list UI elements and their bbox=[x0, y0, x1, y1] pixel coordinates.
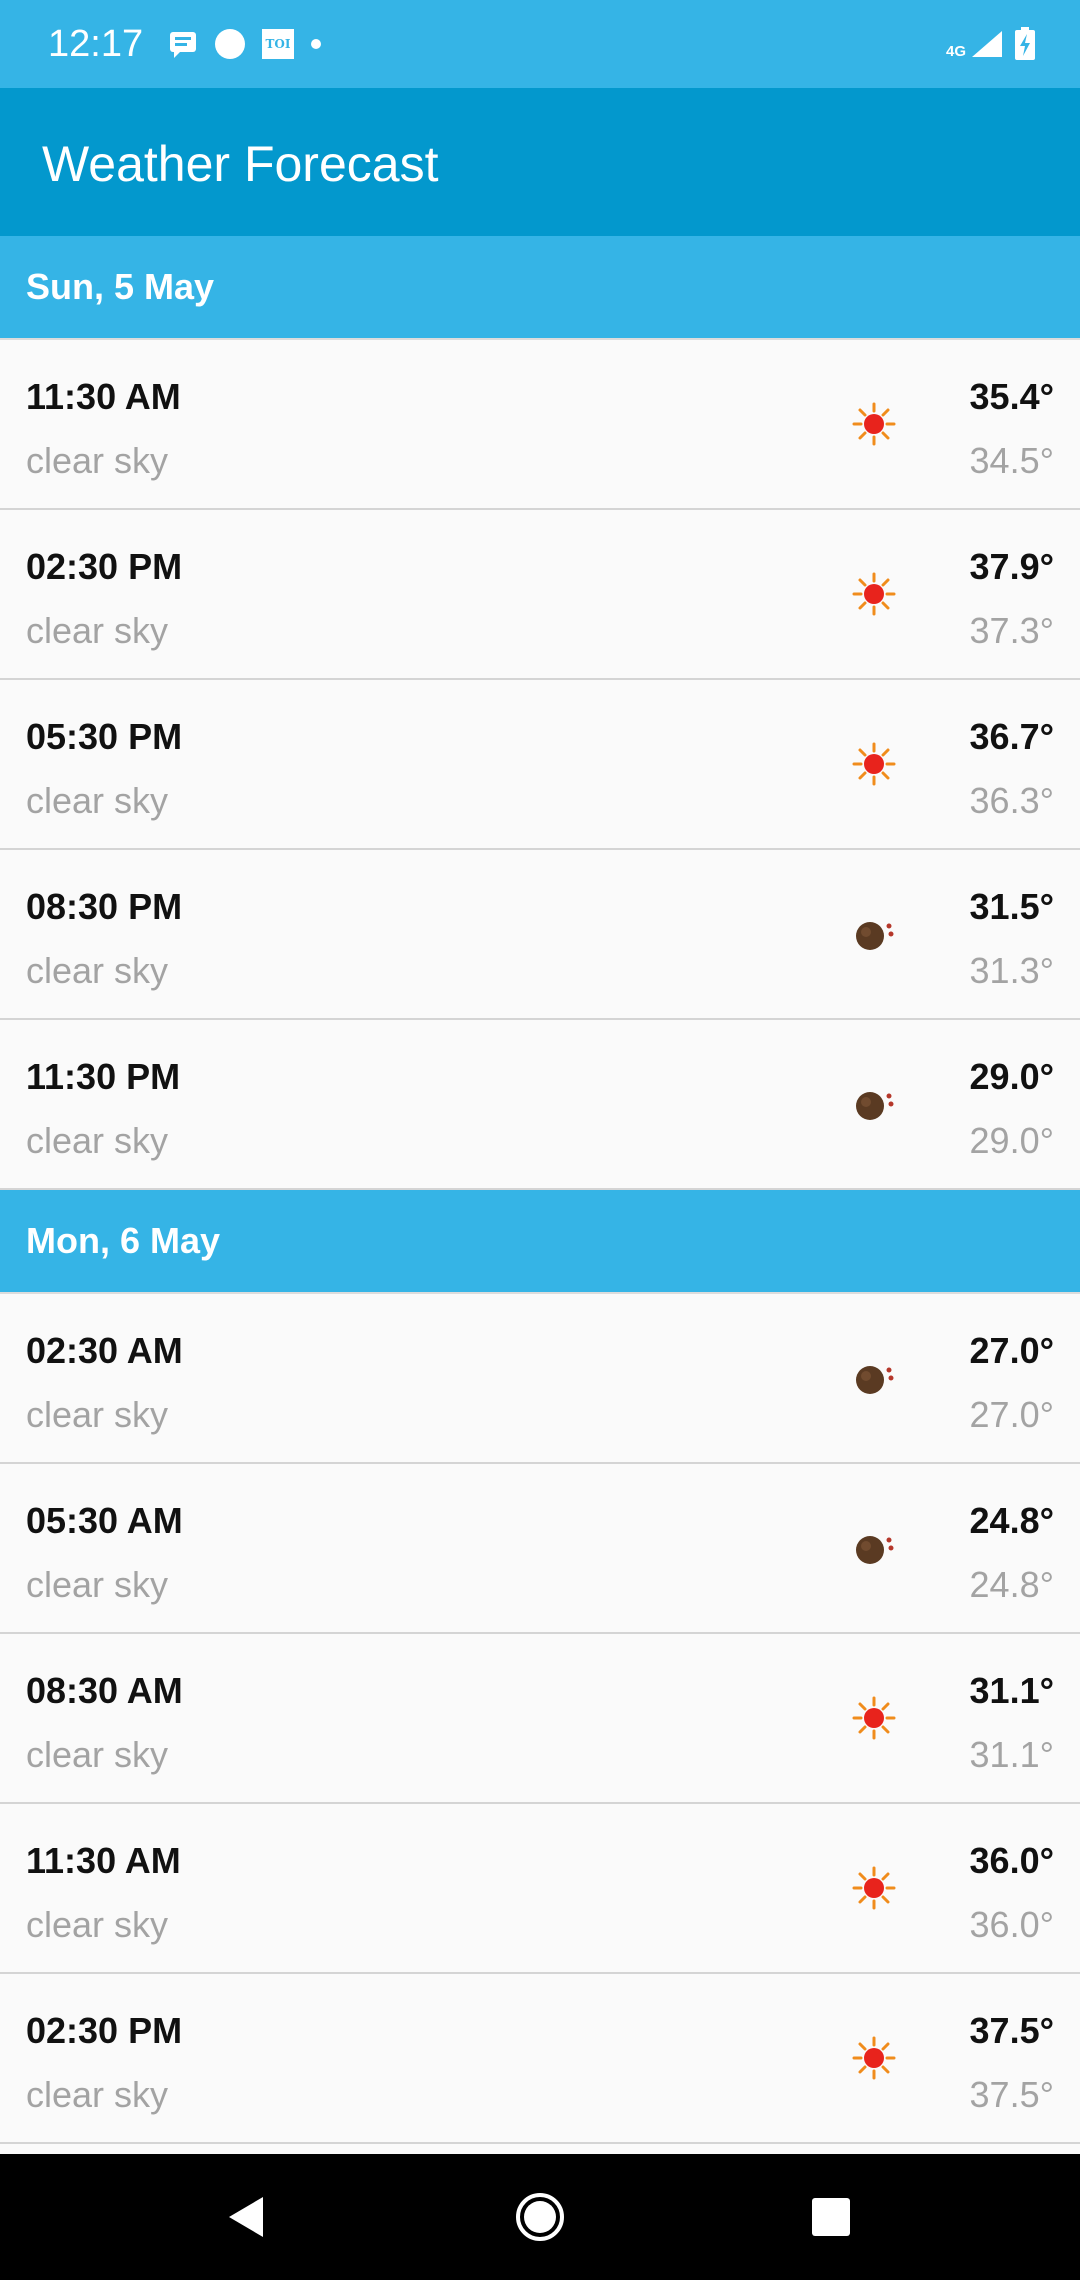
section-header: Mon, 6 May bbox=[0, 1190, 1080, 1294]
temperature-max: 27.0° bbox=[969, 1330, 1054, 1371]
forecast-row[interactable]: 08:30 AM clear sky 31.1° 31.1° bbox=[0, 1634, 1080, 1804]
forecast-time: 05:30 PM bbox=[26, 716, 183, 757]
status-bar: 12:17 TOI 4G bbox=[0, 0, 1080, 88]
moon-icon bbox=[856, 1536, 894, 1564]
forecast-time: 11:30 PM bbox=[26, 1056, 181, 1097]
forecast-description: clear sky bbox=[26, 1564, 169, 1605]
sun-icon bbox=[852, 402, 896, 446]
forecast-row[interactable]: 08:30 PM clear sky 31.5° 31.3° bbox=[0, 850, 1080, 1020]
circle-notification-icon bbox=[215, 29, 245, 59]
temperature-min: 27.0° bbox=[969, 1394, 1054, 1435]
forecast-time: 11:30 AM bbox=[26, 376, 181, 417]
temperature-max: 24.8° bbox=[969, 1500, 1054, 1541]
temperature-min: 31.3° bbox=[969, 950, 1054, 991]
status-time: 12:17 bbox=[48, 23, 144, 65]
section-date: Sun, 5 May bbox=[26, 266, 215, 307]
recents-icon bbox=[812, 2198, 850, 2236]
sun-icon bbox=[852, 742, 896, 786]
temperature-max: 36.0° bbox=[969, 1840, 1054, 1881]
forecast-time: 02:30 PM bbox=[26, 546, 183, 587]
moon-icon bbox=[856, 1092, 894, 1120]
back-button[interactable] bbox=[210, 2184, 280, 2250]
sun-icon bbox=[852, 2036, 896, 2080]
temperature-min: 24.8° bbox=[969, 1564, 1054, 1605]
temperature-max: 31.1° bbox=[969, 1670, 1054, 1711]
moon-icon bbox=[856, 1366, 894, 1394]
system-icons: 4G bbox=[946, 24, 1036, 64]
forecast-time: 08:30 PM bbox=[26, 886, 183, 927]
sun-icon bbox=[852, 572, 896, 616]
forecast-description: clear sky bbox=[26, 1904, 169, 1945]
section-date: Mon, 6 May bbox=[26, 1220, 221, 1261]
app-bar: Weather Forecast bbox=[0, 88, 1080, 236]
network-type-label: 4G bbox=[945, 42, 966, 60]
forecast-row[interactable]: 11:30 AM clear sky 35.4° 34.5° bbox=[0, 340, 1080, 510]
sun-icon bbox=[852, 1696, 896, 1740]
recents-button[interactable] bbox=[796, 2184, 866, 2250]
message-icon bbox=[170, 32, 196, 58]
forecast-row[interactable]: 02:30 PM clear sky 37.9° 37.3° bbox=[0, 510, 1080, 680]
temperature-max: 36.7° bbox=[969, 716, 1054, 757]
temperature-max: 31.5° bbox=[969, 886, 1054, 927]
battery-charging-icon bbox=[1015, 27, 1035, 60]
notification-icons: TOI bbox=[168, 26, 322, 62]
forecast-row[interactable]: 02:30 AM clear sky 27.0° 27.0° bbox=[0, 1294, 1080, 1464]
sun-icon bbox=[852, 1866, 896, 1910]
forecast-row[interactable]: 05:30 PM clear sky 36.7° 36.3° bbox=[0, 680, 1080, 850]
forecast-description: clear sky bbox=[26, 440, 169, 481]
temperature-min: 36.0° bbox=[969, 1904, 1054, 1945]
temperature-max: 35.4° bbox=[969, 376, 1054, 417]
forecast-time: 08:30 AM bbox=[26, 1670, 183, 1711]
forecast-description: clear sky bbox=[26, 2074, 169, 2115]
temperature-min: 36.3° bbox=[969, 780, 1054, 821]
forecast-description: clear sky bbox=[26, 1394, 169, 1435]
temperature-max: 29.0° bbox=[969, 1056, 1054, 1097]
temperature-min: 29.0° bbox=[969, 1120, 1054, 1161]
forecast-time: 05:30 AM bbox=[26, 1500, 183, 1541]
forecast-list[interactable]: Sun, 5 May 11:30 AM clear sky 35.4° 34.5… bbox=[0, 236, 1080, 2154]
signal-icon bbox=[972, 31, 1002, 57]
app-title: Weather Forecast bbox=[42, 136, 439, 192]
forecast-row[interactable]: 02:30 PM clear sky 37.5° 37.5° bbox=[0, 1974, 1080, 2144]
toi-app-icon: TOI bbox=[262, 29, 294, 59]
section-header: Sun, 5 May bbox=[0, 236, 1080, 340]
temperature-min: 37.5° bbox=[969, 2074, 1054, 2115]
navigation-bar bbox=[0, 2154, 1080, 2280]
forecast-description: clear sky bbox=[26, 610, 169, 651]
forecast-description: clear sky bbox=[26, 1734, 169, 1775]
moon-icon bbox=[856, 922, 894, 950]
back-icon bbox=[229, 2197, 263, 2237]
temperature-min: 31.1° bbox=[969, 1734, 1054, 1775]
forecast-description: clear sky bbox=[26, 950, 169, 991]
forecast-row[interactable]: 11:30 AM clear sky 36.0° 36.0° bbox=[0, 1804, 1080, 1974]
forecast-description: clear sky bbox=[26, 1120, 169, 1161]
dot-icon bbox=[311, 39, 321, 49]
home-icon bbox=[516, 2193, 564, 2241]
temperature-min: 34.5° bbox=[969, 440, 1054, 481]
temperature-min: 37.3° bbox=[969, 610, 1054, 651]
forecast-time: 02:30 AM bbox=[26, 1330, 183, 1371]
forecast-time: 11:30 AM bbox=[26, 1840, 181, 1881]
forecast-row[interactable]: 05:30 AM clear sky 24.8° 24.8° bbox=[0, 1464, 1080, 1634]
forecast-time: 02:30 PM bbox=[26, 2010, 183, 2051]
home-button[interactable] bbox=[505, 2184, 575, 2250]
forecast-row[interactable]: 11:30 PM clear sky 29.0° 29.0° bbox=[0, 1020, 1080, 1190]
forecast-description: clear sky bbox=[26, 780, 169, 821]
temperature-max: 37.9° bbox=[969, 546, 1054, 587]
temperature-max: 37.5° bbox=[969, 2010, 1054, 2051]
